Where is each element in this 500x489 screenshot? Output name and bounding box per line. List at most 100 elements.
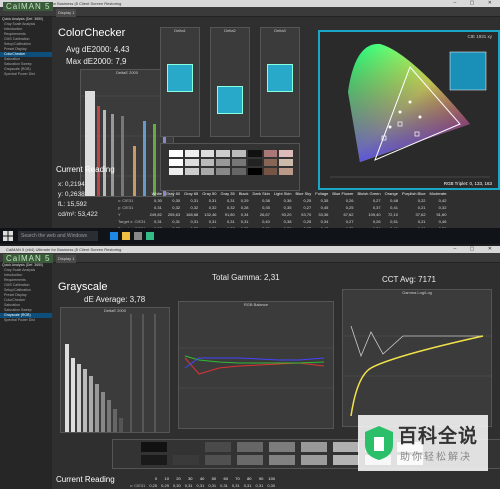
table-cell: 0,31 [208,198,217,203]
table-cell: 0,21 [417,219,426,224]
table-cell: 53,70 [301,212,312,217]
color-bar [217,86,243,114]
table-header-row: White Gray 80 Gray 65 Gray 50 Gray 35 Black Da… [116,190,448,197]
table-cell: 132,46 [204,212,217,217]
table-cell: 205,63 [167,212,181,217]
table-cell: 0,32 [172,205,181,210]
table-cell: 0,35 [320,198,329,203]
table-cell: 67,62 [343,212,354,217]
table-cell: 0,36 [283,198,292,203]
table-cell: 0,31 [172,219,181,224]
reading-value: fL: 15,592 [58,201,87,208]
avg-de: Avg dE2000: 4,43 [66,45,130,54]
delta-panel-title: Delta1 [174,28,186,33]
colorchecker-window: CalMAN 5 (x64) Ultimate for Business (5 … [0,0,500,244]
taskbar-search[interactable]: Search the web and Windows [18,231,98,241]
edge-icon[interactable] [110,232,118,240]
sidebar-item[interactable]: Spectral Power Dist [0,72,52,77]
column-header: White [151,191,162,196]
sidebar: Quick Analysis (Def. 3650) Gray Scale Ana… [0,263,52,489]
table-cell: 0,31 [154,219,162,224]
total-gamma: Total Gamma: 2,31 [212,273,280,282]
gamut-diagram: CIE 1931 xy RGB Triplet: 0, 133, 163 [318,30,500,190]
column-header: Gray 80 [165,191,181,196]
table-cell: 93,20 [281,212,292,217]
table-row: x: CIE31 0,25 0,29 0,30 0,31 0,31 0,31 0,31 0,31… [128,482,277,489]
table-cell: 0,25 [345,205,354,210]
column-header: Gray 65 [184,191,199,196]
column-header [116,190,148,197]
delta-panel-1: Delta1 [160,27,200,137]
column-header: Moderate [429,191,447,196]
table-cell: Y [118,212,121,217]
swatch-grid [169,150,293,175]
title-bar: CalMAN 5 (x64) Ultimate for Business (5 … [0,0,500,7]
column-header [128,475,147,482]
table-cell: 0,31 [190,219,199,224]
calman-logo: CalMAN 5 [3,254,54,263]
table-cell: 0,31 [208,483,217,488]
table-cell: 0,30 [172,483,181,488]
gamma-lines [343,325,491,417]
table-cell: 0,31 [220,483,228,488]
table-cell: 0,31 [184,483,193,488]
table-cell: 0,31 [226,198,235,203]
window-title: CalMAN 5 (x64) Ultimate for Business (5 … [6,247,122,252]
window-controls[interactable]: – ▢ ✕ [454,0,498,7]
table-cell: 0,22 [417,198,426,203]
current-reading-label: Current Reading [56,165,115,174]
column-header: 60 [223,476,228,481]
table-row: x: CIE31 0,30 0,30 0,31 0,31 0,31 0,29 0,38 0,36… [116,197,448,204]
column-header: Blue Sky [295,191,312,196]
cct-avg: CCT Avg: 7171 [382,275,436,284]
taskbar: Search the web and Windows [0,228,500,244]
table-cell: 0,38 [283,219,292,224]
table-cell: 0,25 [149,483,158,488]
rgb-balance-chart: RGB Balance [178,301,334,429]
column-header: 90 [258,476,264,481]
table-cell: 0,29 [161,483,169,488]
folder-icon[interactable] [122,232,130,240]
tab-display[interactable]: Display 1 [56,9,76,17]
column-header: 10 [164,476,169,481]
table-cell: 0,31 [196,483,205,488]
color-bar [167,64,193,92]
store-icon[interactable] [134,232,142,240]
column-header: Foliage [315,191,329,196]
windows-start-icon[interactable] [3,231,13,241]
column-header: Black [238,191,249,196]
column-header: Bluish Green [357,191,381,196]
table-cell: 109,40 [368,212,381,217]
delta-panel-title: Delta2 [224,28,236,33]
window-controls[interactable]: – ▢ ✕ [454,246,498,253]
column-header: 70 [235,476,240,481]
sidebar: Quick Analysis (Def. 3650) Gray Scale Ana… [0,17,52,244]
table-cell: 51,60 [436,212,447,217]
table-cell: 0,35 [262,205,270,210]
sidebar-item[interactable]: Spectral Power Dist [0,318,52,323]
table-cell: 0,32 [208,205,217,210]
table-cell: 0,31 [240,219,249,224]
calman-logo: CalMAN 5 [3,2,54,11]
table-cell: 0,31 [243,483,252,488]
table-header-row: 0 10 20 30 40 50 60 70 80 90 100 [128,475,277,482]
swatch-panel [160,143,300,191]
table-row: y: CIE31 0,31 0,32 0,32 0,32 0,32 0,28 0,35 0,35… [116,204,448,211]
column-header: 40 [199,476,205,481]
tab-display[interactable]: Display 1 [56,255,76,263]
delta-panel-2: Delta2 [210,27,250,137]
column-header: Dark Skin [252,191,270,196]
table-cell: 0,31 [255,483,264,488]
toolbar-icons[interactable] [360,255,380,268]
column-header: 0 [154,476,158,481]
main-panel: ColorChecker Avg dE2000: 4,43 Max dE2000… [52,17,500,244]
table-cell: 37,62 [415,212,426,217]
table-cell: 26,67 [259,212,270,217]
watermark-brand: 百科全说 [398,426,479,447]
grayscale-table: 0 10 20 30 40 50 60 70 80 90 100 x: CIE31 0,25 0,29 0,… [128,475,277,489]
page-title: ColorChecker [58,27,126,39]
calman-icon[interactable] [146,232,154,240]
column-header: Orange [384,191,398,196]
toolbar-icons[interactable] [360,9,380,22]
column-header: 30 [188,476,193,481]
